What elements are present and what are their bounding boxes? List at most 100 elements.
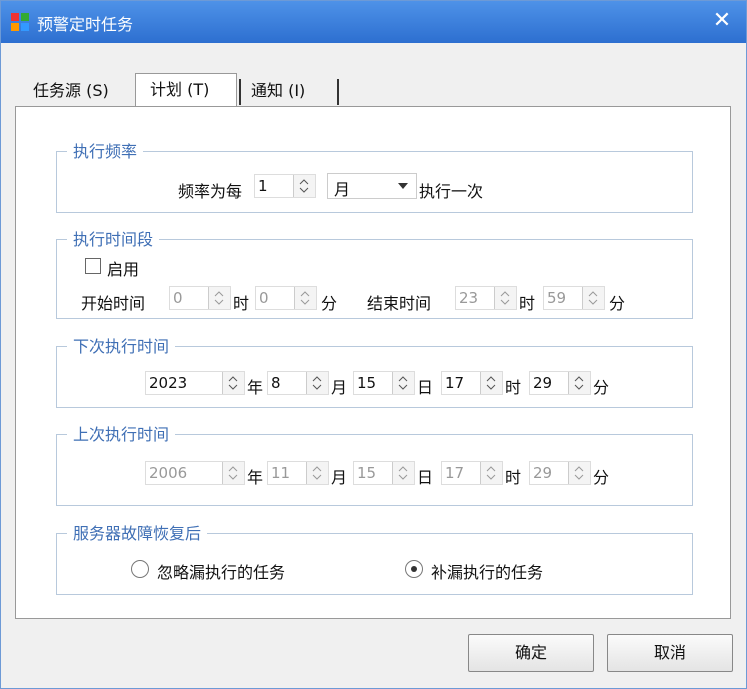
ignore-radio[interactable] [131, 560, 149, 578]
chevron-up-icon[interactable] [299, 178, 309, 185]
spin-buttons[interactable] [306, 372, 328, 394]
last-month-stepper[interactable]: 11 [267, 461, 329, 485]
chevron-up-icon[interactable] [214, 290, 224, 297]
start-hour-stepper[interactable]: 0 [169, 286, 231, 310]
frequency-stepper[interactable]: 1 [254, 174, 316, 198]
chevron-down-icon[interactable] [300, 299, 310, 306]
spin-buttons[interactable] [392, 372, 414, 394]
dropdown-arrow-icon[interactable] [398, 183, 408, 189]
frequency-prefix: 频率为每 [178, 182, 243, 201]
minute-unit-label: 分 [321, 294, 338, 313]
chevron-up-icon[interactable] [228, 465, 238, 472]
enable-checkbox[interactable] [85, 258, 101, 274]
end-minute-stepper[interactable]: 59 [543, 286, 605, 310]
cancel-button[interactable]: 取消 [607, 634, 733, 672]
chevron-down-icon[interactable] [398, 384, 408, 391]
next-hour-value: 17 [445, 374, 465, 392]
next-minute-value: 29 [533, 374, 553, 392]
next-minute-stepper[interactable]: 29 [529, 371, 591, 395]
chevron-down-icon[interactable] [574, 474, 584, 481]
chevron-down-icon[interactable] [486, 474, 496, 481]
chevron-up-icon[interactable] [486, 465, 496, 472]
minute-unit-label: 分 [593, 378, 610, 397]
chevron-up-icon[interactable] [300, 290, 310, 297]
ok-button[interactable]: 确定 [468, 634, 594, 672]
start-minute-stepper[interactable]: 0 [255, 286, 317, 310]
spin-buttons[interactable] [480, 462, 502, 484]
minute-unit-label: 分 [593, 468, 610, 487]
last-day-stepper[interactable]: 15 [353, 461, 415, 485]
dialog-window: 预警定时任务 ✕ 任务源 (S) 计划 (T) 通知 (I) 执行频率 频率为每… [0, 0, 747, 689]
next-year-value: 2023 [149, 374, 188, 392]
spin-buttons[interactable] [568, 372, 590, 394]
spin-buttons[interactable] [306, 462, 328, 484]
chevron-up-icon[interactable] [588, 290, 598, 297]
chevron-up-icon[interactable] [228, 375, 238, 382]
chevron-up-icon[interactable] [574, 465, 584, 472]
spin-buttons[interactable] [208, 287, 230, 309]
chevron-down-icon[interactable] [228, 384, 238, 391]
chevron-down-icon[interactable] [500, 299, 510, 306]
frequency-group: 执行频率 频率为每 1 月 执行一次 [56, 138, 693, 213]
hour-unit-label: 时 [519, 294, 536, 313]
next-day-stepper[interactable]: 15 [353, 371, 415, 395]
frequency-legend: 执行频率 [67, 138, 144, 162]
chevron-up-icon[interactable] [312, 375, 322, 382]
chevron-up-icon[interactable] [398, 375, 408, 382]
chevron-up-icon[interactable] [500, 290, 510, 297]
tab-task-source-label: 任务源 (S) [33, 81, 109, 100]
spin-buttons[interactable] [293, 175, 315, 197]
end-hour-stepper[interactable]: 23 [455, 286, 517, 310]
next-year-stepper[interactable]: 2023 [145, 371, 245, 395]
close-icon[interactable]: ✕ [708, 7, 736, 35]
day-unit-label: 日 [417, 468, 434, 487]
spin-buttons[interactable] [568, 462, 590, 484]
chevron-up-icon[interactable] [398, 465, 408, 472]
title-bar[interactable]: 预警定时任务 ✕ [1, 1, 746, 43]
chevron-down-icon[interactable] [574, 384, 584, 391]
chevron-down-icon[interactable] [486, 384, 496, 391]
last-minute-value: 29 [533, 464, 553, 482]
chevron-up-icon[interactable] [574, 375, 584, 382]
start-minute-value: 0 [259, 289, 269, 307]
tab-task-source[interactable]: 任务源 (S) [15, 75, 127, 107]
next-hour-stepper[interactable]: 17 [441, 371, 503, 395]
spin-buttons[interactable] [392, 462, 414, 484]
ignore-label: 忽略漏执行的任务 [157, 563, 286, 582]
last-hour-stepper[interactable]: 17 [441, 461, 503, 485]
tab-notification[interactable]: 通知 (I) [245, 75, 337, 107]
end-hour-value: 23 [459, 289, 479, 307]
compensate-radio[interactable] [405, 560, 423, 578]
frequency-unit-select[interactable]: 月 [327, 173, 417, 199]
year-unit-label: 年 [247, 378, 264, 397]
recovery-group: 服务器故障恢复后 忽略漏执行的任务 补漏执行的任务 [56, 520, 693, 595]
chevron-up-icon[interactable] [312, 465, 322, 472]
last-month-value: 11 [271, 464, 291, 482]
tab-schedule[interactable]: 计划 (T) [135, 73, 237, 109]
spin-buttons[interactable] [494, 287, 516, 309]
next-run-group: 下次执行时间 2023 年 8 月 15 日 17 时 29 分 [56, 333, 693, 408]
next-day-value: 15 [357, 374, 377, 392]
period-legend: 执行时间段 [67, 226, 160, 250]
spin-buttons[interactable] [222, 462, 244, 484]
spin-buttons[interactable] [294, 287, 316, 309]
spin-buttons[interactable] [582, 287, 604, 309]
next-month-stepper[interactable]: 8 [267, 371, 329, 395]
chevron-down-icon[interactable] [299, 187, 309, 194]
chevron-down-icon[interactable] [214, 299, 224, 306]
chevron-down-icon[interactable] [228, 474, 238, 481]
spin-buttons[interactable] [480, 372, 502, 394]
chevron-down-icon[interactable] [398, 474, 408, 481]
start-hour-value: 0 [173, 289, 183, 307]
chevron-down-icon[interactable] [312, 474, 322, 481]
last-year-stepper[interactable]: 2006 [145, 461, 245, 485]
last-hour-value: 17 [445, 464, 465, 482]
last-minute-stepper[interactable]: 29 [529, 461, 591, 485]
chevron-down-icon[interactable] [588, 299, 598, 306]
spin-buttons[interactable] [222, 372, 244, 394]
window-title: 预警定时任务 [37, 15, 134, 34]
last-run-group: 上次执行时间 2006 年 11 月 15 日 17 时 29 分 [56, 421, 693, 506]
chevron-up-icon[interactable] [486, 375, 496, 382]
next-run-legend: 下次执行时间 [67, 333, 176, 357]
chevron-down-icon[interactable] [312, 384, 322, 391]
